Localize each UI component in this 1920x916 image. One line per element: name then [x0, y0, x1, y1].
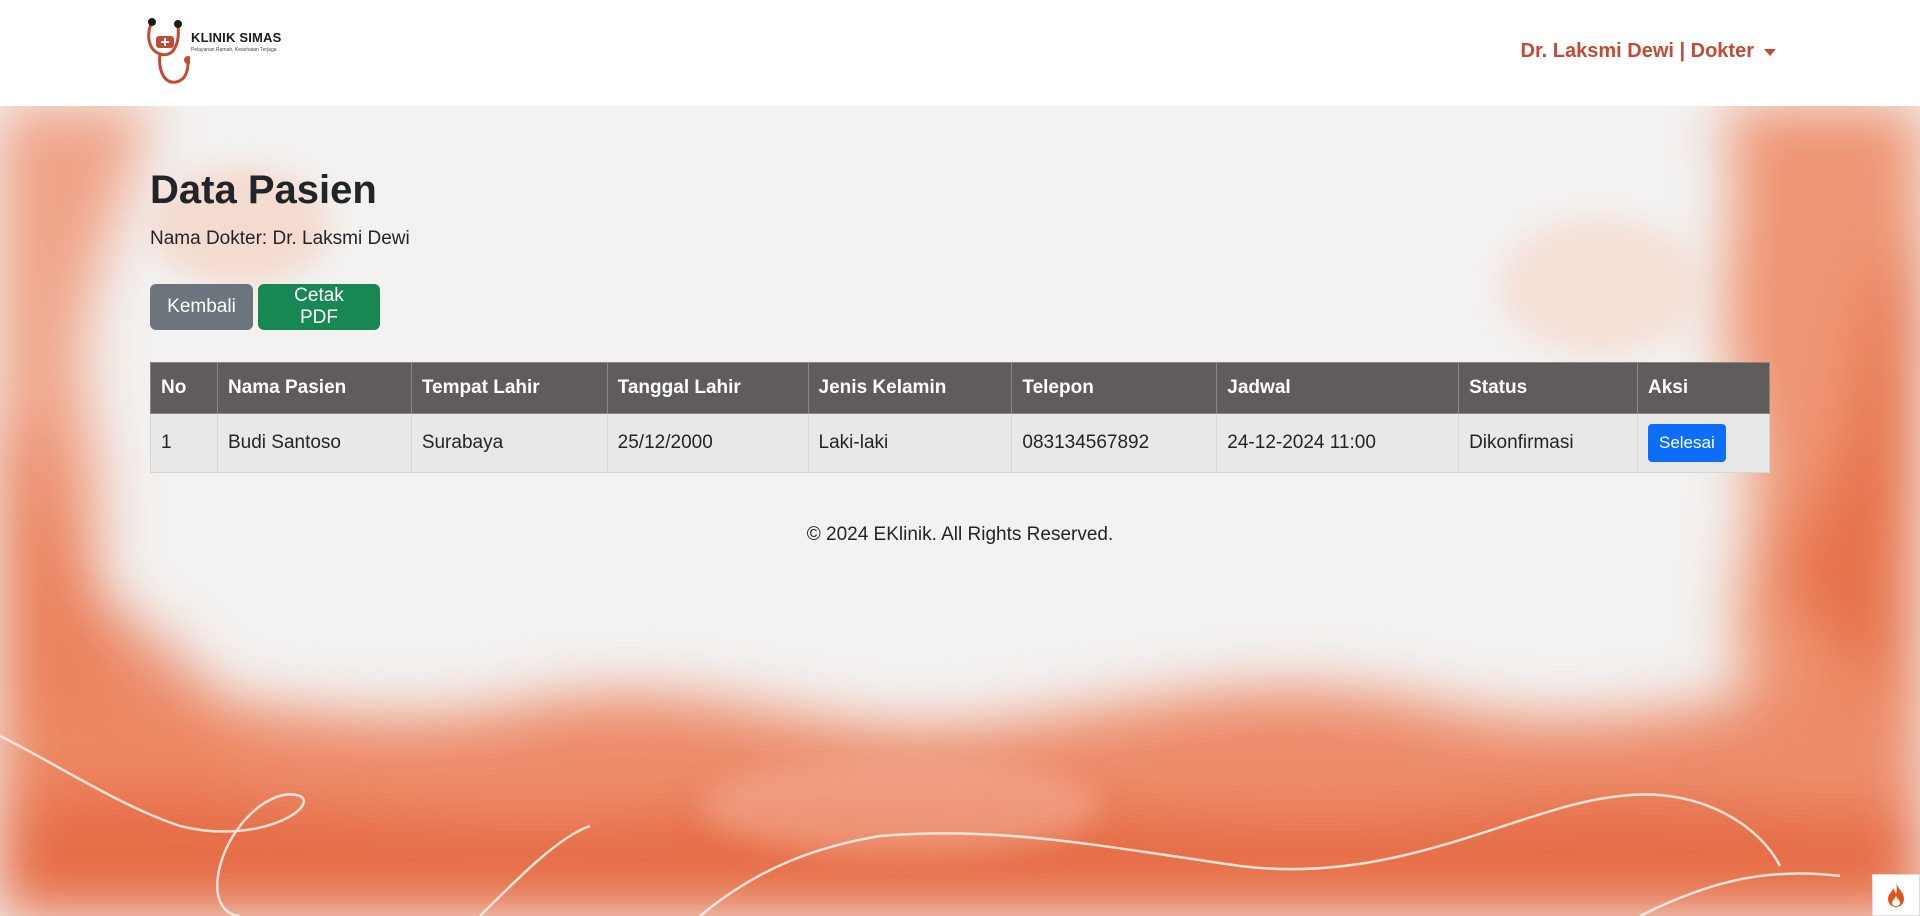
user-menu-label: Dr. Laksmi Dewi | Dokter: [1520, 40, 1754, 62]
flame-widget[interactable]: [1872, 874, 1920, 916]
cell-phone: 083134567892: [1011, 413, 1218, 473]
user-menu-dropdown[interactable]: Dr. Laksmi Dewi | Dokter: [1521, 40, 1776, 63]
header-gender: Jenis Kelamin: [807, 362, 1013, 414]
cell-status: Dikonfirmasi: [1458, 413, 1638, 473]
table-header-row: No Nama Pasien Tempat Lahir Tanggal Lahi…: [150, 362, 1771, 414]
header-birthdate: Tanggal Lahir: [606, 362, 809, 414]
stethoscope-logo-icon: [147, 18, 192, 84]
print-pdf-button[interactable]: Cetak PDF: [258, 284, 380, 330]
finish-button[interactable]: Selesai: [1647, 424, 1726, 462]
cell-birthdate: 25/12/2000: [606, 413, 809, 473]
header-status: Status: [1458, 362, 1638, 414]
cell-gender: Laki-laki: [807, 413, 1013, 473]
brand-logo[interactable]: KLINIK SIMAS Pelayanan Ramah, Kesehatan …: [146, 16, 296, 88]
header-patient-name: Nama Pasien: [216, 362, 412, 414]
flame-icon: [1888, 883, 1904, 907]
brand-name: KLINIK SIMAS: [191, 30, 282, 45]
patient-table: No Nama Pasien Tempat Lahir Tanggal Lahi…: [150, 362, 1771, 473]
caret-down-icon: [1764, 49, 1776, 56]
cell-schedule: 24-12-2024 11:00: [1216, 413, 1460, 473]
header-no: No: [150, 362, 218, 414]
cell-no: 1: [150, 413, 218, 473]
doctor-name-line: Nama Dokter: Dr. Laksmi Dewi: [150, 228, 410, 249]
page-title: Data Pasien: [150, 168, 377, 212]
header-birthplace: Tempat Lahir: [410, 362, 608, 414]
navbar: KLINIK SIMAS Pelayanan Ramah, Kesehatan …: [0, 0, 1920, 106]
cell-birthplace: Surabaya: [410, 413, 608, 473]
header-phone: Telepon: [1011, 362, 1218, 414]
header-schedule: Jadwal: [1216, 362, 1460, 414]
footer-copyright: © 2024 EKlinik. All Rights Reserved.: [806, 524, 1114, 545]
brand-tagline: Pelayanan Ramah, Kesehatan Terjaga: [191, 47, 277, 53]
cell-action: Selesai: [1636, 413, 1771, 473]
header-action: Aksi: [1636, 362, 1771, 414]
back-button[interactable]: Kembali: [150, 284, 253, 330]
cell-patient-name: Budi Santoso: [216, 413, 412, 473]
table-row: 1 Budi Santoso Surabaya 25/12/2000 Laki-…: [150, 413, 1771, 473]
